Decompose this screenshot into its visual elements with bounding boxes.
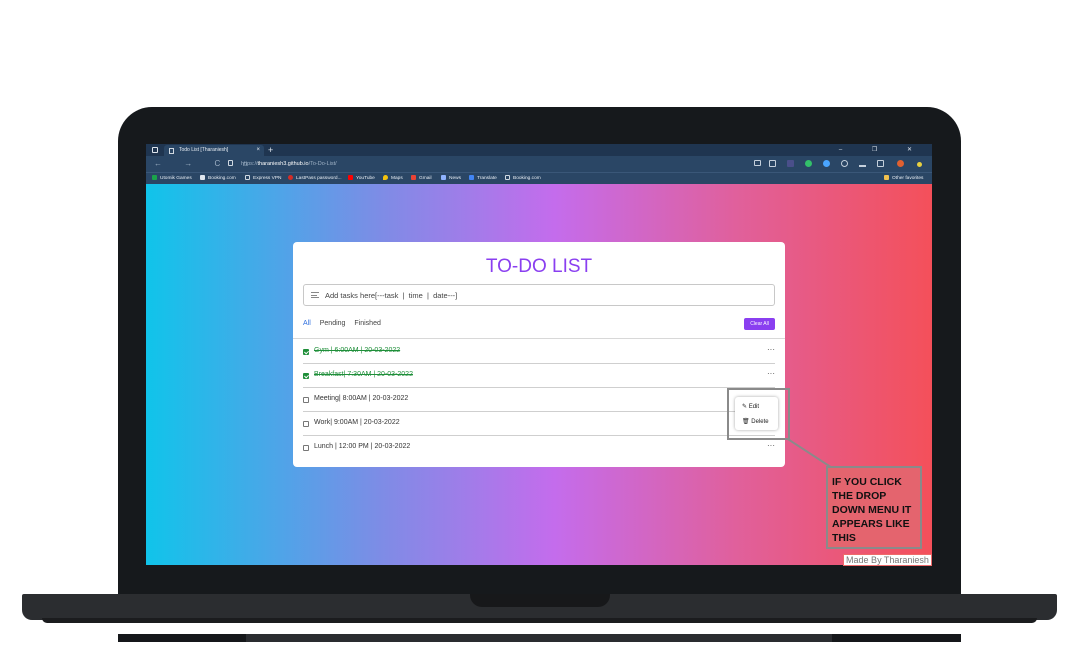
read-aloud-icon[interactable] (754, 160, 761, 166)
highlight-box (727, 388, 790, 440)
bookmark-label: LastPass password... (296, 176, 342, 181)
laptop-mockup: Todo List [Tharaniesh] × + – ❐ ✕ ← → C ⌂… (0, 0, 1080, 660)
window-menu-icon[interactable] (152, 147, 158, 153)
collections-icon[interactable] (877, 160, 884, 167)
task-menu-icon[interactable]: ··· (767, 369, 775, 378)
divider (293, 338, 785, 339)
url-host: tharaniesh3.github.io (257, 161, 309, 167)
gmail-icon (411, 175, 416, 180)
bookmarks-bar: Utomik Games Booking.com Express VPN Las… (146, 172, 932, 184)
app-available-icon[interactable] (769, 160, 776, 167)
laptop-base-lip (42, 618, 1037, 623)
url-prefix: https:// (241, 161, 258, 167)
task-menu-icon[interactable]: ··· (767, 345, 775, 354)
folder-icon (884, 175, 889, 180)
task-label: Meeting| 8:00AM | 20-03-2022 (314, 395, 409, 402)
page-icon (505, 175, 510, 180)
page-icon (245, 175, 250, 180)
browser-address-bar: ← → C ⌂ https://tharaniesh3.github.io/To… (146, 156, 932, 172)
task-label: Breakfast| 7:30AM | 20-03-2022 (314, 371, 413, 378)
bookmark-express-vpn[interactable]: Express VPN (245, 173, 282, 184)
browser-tab-bar: Todo List [Tharaniesh] × + – ❐ ✕ (146, 144, 932, 156)
task-row: Work| 9:00AM | 20-03-2022 (303, 412, 775, 436)
bookmark-news[interactable]: News (441, 173, 461, 184)
bookmark-utomik[interactable]: Utomik Games (152, 173, 192, 184)
more-menu-icon[interactable] (917, 162, 922, 167)
task-checkbox[interactable] (303, 349, 309, 355)
booking-icon (200, 175, 205, 180)
task-row: Breakfast| 7:30AM | 20-03-2022 ··· (303, 364, 775, 388)
task-menu-icon[interactable]: ··· (767, 441, 775, 450)
bookmark-label: Express VPN (253, 176, 282, 181)
translate-icon (469, 175, 474, 180)
bookmark-label: News (449, 176, 461, 181)
task-checkbox[interactable] (303, 421, 309, 427)
window-controls[interactable]: – ❐ ✕ (839, 144, 926, 156)
callout-annotation: IF YOU CLICK THE DROP DOWN MENU IT APPEA… (826, 466, 922, 549)
bookmark-label: Utomik Games (160, 176, 192, 181)
tab-title: Todo List [Tharaniesh] (179, 147, 229, 153)
bookmark-youtube[interactable]: YouTube (348, 173, 375, 184)
utomik-icon (152, 175, 157, 180)
lock-icon[interactable] (228, 160, 233, 166)
bookmark-translate[interactable]: Translate (469, 173, 497, 184)
bookmark-lastpass[interactable]: LastPass password... (288, 173, 342, 184)
bookmark-label: YouTube (356, 176, 375, 181)
url-path: /To-Do-List/ (308, 161, 337, 167)
laptop-foot-right (832, 634, 961, 642)
task-input[interactable] (325, 289, 765, 302)
laptop-foot-left (118, 634, 246, 642)
laptop-foot-center (246, 634, 832, 642)
task-input-box[interactable] (303, 284, 775, 306)
page-title: TO-DO LIST (485, 256, 593, 277)
vpn-extension-icon[interactable] (823, 160, 830, 167)
task-row: Lunch | 12:00 PM | 20-03-2022 ··· (303, 436, 775, 460)
extension-icon[interactable] (787, 160, 794, 167)
task-label: Work| 9:00AM | 20-03-2022 (314, 419, 400, 426)
youtube-icon (348, 175, 353, 180)
laptop-screen: Todo List [Tharaniesh] × + – ❐ ✕ ← → C ⌂… (146, 144, 932, 565)
task-checkbox[interactable] (303, 445, 309, 451)
text-lines-icon (311, 292, 319, 298)
maps-icon (383, 175, 388, 180)
task-label: Lunch | 12:00 PM | 20-03-2022 (314, 443, 411, 450)
bookmark-other-favorites[interactable]: Other favorites (884, 173, 923, 184)
new-tab-button[interactable]: + (268, 144, 273, 156)
bookmark-label: Gmail (419, 176, 432, 181)
bookmark-label: Booking.com (513, 176, 541, 181)
download-icon[interactable] (859, 160, 866, 167)
avatar[interactable] (897, 160, 904, 167)
filter-pending[interactable]: Pending (320, 320, 346, 327)
task-row: Gym | 6:00AM | 20-03-2022 ··· (303, 340, 775, 364)
task-row: Meeting| 8:00AM | 20-03-2022 (303, 388, 775, 412)
bookmark-label: Booking.com (208, 176, 236, 181)
bookmark-booking[interactable]: Booking.com (200, 173, 236, 184)
task-checkbox[interactable] (303, 397, 309, 403)
grammarly-icon[interactable] (805, 160, 812, 167)
bookmark-label: Translate (477, 176, 497, 181)
lastpass-icon (288, 175, 293, 180)
browser-tab[interactable]: Todo List [Tharaniesh] × (164, 145, 264, 156)
clear-all-button[interactable]: Clear All (744, 318, 775, 330)
bookmark-label: Maps (391, 176, 403, 181)
filter-all[interactable]: All (303, 320, 311, 327)
filter-finished[interactable]: Finished (354, 320, 380, 327)
bookmark-label: Other favorites (892, 176, 924, 181)
close-tab-icon[interactable]: × (256, 145, 260, 156)
bookmark-booking-2[interactable]: Booking.com (505, 173, 541, 184)
bookmark-gmail[interactable]: Gmail (411, 173, 432, 184)
task-checkbox[interactable] (303, 373, 309, 379)
todo-card: TO-DO LIST All Pending Finished Clear Al… (293, 242, 785, 467)
news-icon (441, 175, 446, 180)
url-field[interactable]: https://tharaniesh3.github.io/To-Do-List… (241, 160, 337, 168)
task-label: Gym | 6:00AM | 20-03-2022 (314, 347, 401, 354)
signature-label: Made By Tharaniesh (843, 554, 932, 566)
page-background: TO-DO LIST All Pending Finished Clear Al… (146, 184, 932, 565)
bookmark-maps[interactable]: Maps (383, 173, 403, 184)
page-icon (169, 148, 174, 154)
filter-tabs: All Pending Finished (303, 320, 388, 327)
laptop-notch (470, 594, 610, 607)
refresh-extension-icon[interactable] (841, 160, 848, 167)
